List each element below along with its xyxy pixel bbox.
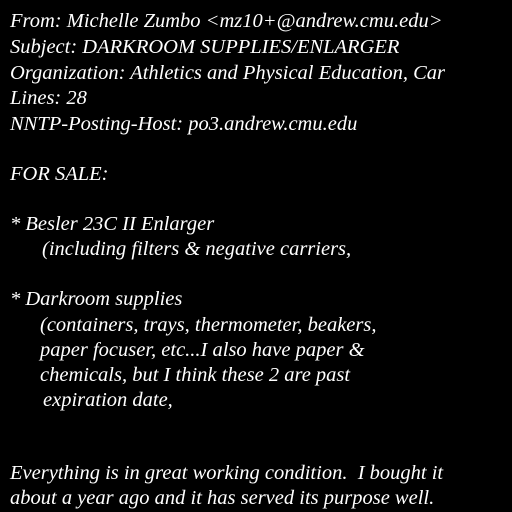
condition-line-1: Everything is in great working condition… [10,462,444,484]
item-1-detail: (including filters & negative carriers, [42,238,352,260]
newsgroup-post: From: Michelle Zumbo <mz10+@andrew.cmu.e… [0,0,512,512]
item-2-detail-3: chemicals, but I think these 2 are past [40,364,351,386]
header-posting-host: NNTP-Posting-Host: po3.andrew.cmu.edu [10,113,358,135]
item-2-detail-4: expiration date, [43,389,173,411]
header-subject: Subject: DARKROOM SUPPLIES/ENLARGER [10,36,400,58]
item-2-detail-2: paper focuser, etc...I also have paper & [40,339,365,361]
header-from: From: Michelle Zumbo <mz10+@andrew.cmu.e… [10,10,443,32]
header-organization: Organization: Athletics and Physical Edu… [10,62,446,84]
item-2-detail-1: (containers, trays, thermometer, beakers… [40,314,377,336]
header-lines: Lines: 28 [10,87,87,109]
for-sale-heading: FOR SALE: [10,163,109,185]
condition-line-2: about a year ago and it has served its p… [10,487,435,509]
item-2-title: * Darkroom supplies [10,288,183,310]
item-1-title: * Besler 23C II Enlarger [10,213,215,235]
